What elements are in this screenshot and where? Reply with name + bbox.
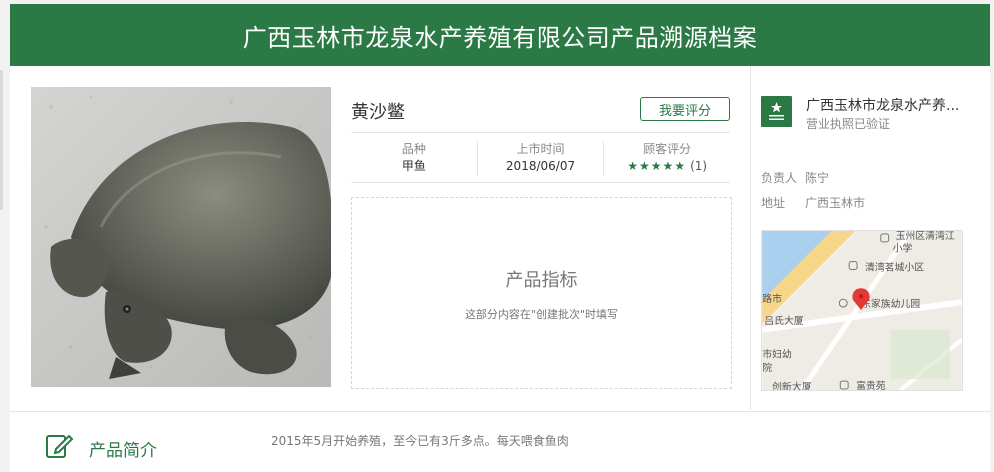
map-label-garden: 富贵苑	[856, 379, 886, 390]
map-label-kindergarten: 东家族幼儿园	[861, 297, 920, 310]
info-variety-value: 甲鱼	[401, 159, 426, 173]
rating-stars: ★★★★★	[627, 159, 687, 173]
intro-title: 产品简介	[89, 441, 157, 461]
info-rating-value: ★★★★★ (1)	[604, 157, 730, 175]
owner-row: 负责人 陈宁	[761, 169, 829, 186]
metrics-note: 这部分内容在"创建批次"时填写	[464, 308, 619, 321]
edit-icon	[44, 430, 74, 460]
company-logo-icon	[761, 96, 792, 127]
map-label-tower: 创新大厦	[772, 380, 812, 390]
map-label-hospital-1: 市妇幼	[762, 347, 792, 360]
left-edge-divider	[0, 70, 3, 210]
info-variety: 品种 甲鱼	[351, 141, 478, 176]
license-verified: 营业执照已验证	[806, 117, 891, 131]
info-bottom-divider	[351, 182, 730, 183]
page-header: 广西玉林市龙泉水产养殖有限公司产品溯源档案	[10, 4, 990, 66]
product-photo	[31, 87, 331, 387]
address-row: 地址 广西玉林市	[761, 194, 865, 211]
map-label-community: 清湾茗城小区	[865, 261, 924, 274]
location-map[interactable]: 玉州区清湾江 小学 清湾茗城小区 东家族幼儿园 路市 吕氏大厦 市妇幼 院 创新…	[761, 230, 963, 391]
map-label-school: 小学	[893, 242, 913, 255]
product-intro: 产品简介 2015年5月开始养殖，至今已有3斤多点。每天喂食鱼肉	[10, 412, 990, 472]
rating-count: (1)	[690, 159, 708, 173]
owner-label: 负责人	[761, 171, 798, 185]
info-top-divider	[351, 132, 730, 133]
address-label: 地址	[761, 196, 786, 210]
intro-text: 2015年5月开始养殖，至今已有3斤多点。每天喂食鱼肉	[271, 434, 569, 448]
info-launch-date-value: 2018/06/07	[505, 159, 576, 173]
column-divider	[750, 66, 751, 410]
address-value: 广西玉林市	[805, 196, 866, 210]
info-variety-label: 品种	[401, 142, 426, 156]
product-name: 黄沙鳖	[351, 102, 405, 123]
map-label-building: 吕氏大厦	[764, 314, 804, 327]
metrics-title: 产品指标	[505, 270, 578, 291]
product-info: 品种 甲鱼 上市时间 2018/06/07 顾客评分 ★★★★★ (1)	[351, 141, 730, 176]
owner-value: 陈宁	[805, 171, 830, 185]
page-title: 广西玉林市龙泉水产养殖有限公司产品溯源档案	[242, 23, 758, 52]
company-name[interactable]: 广西玉林市龙泉水产养...	[806, 95, 968, 115]
info-launch-date-label: 上市时间	[516, 142, 565, 156]
metrics-box: 产品指标 这部分内容在"创建批次"时填写	[351, 197, 732, 389]
info-rating-label: 顾客评分	[643, 142, 692, 156]
rate-button[interactable]: 我要评分	[640, 97, 730, 121]
map-label-left-top: 路市	[762, 292, 782, 305]
map-label-hospital-2: 院	[762, 361, 772, 374]
info-rating: 顾客评分 ★★★★★ (1)	[604, 141, 730, 176]
map-label-district: 玉州区清湾江	[896, 231, 955, 242]
info-launch-date: 上市时间 2018/06/07	[478, 141, 605, 176]
